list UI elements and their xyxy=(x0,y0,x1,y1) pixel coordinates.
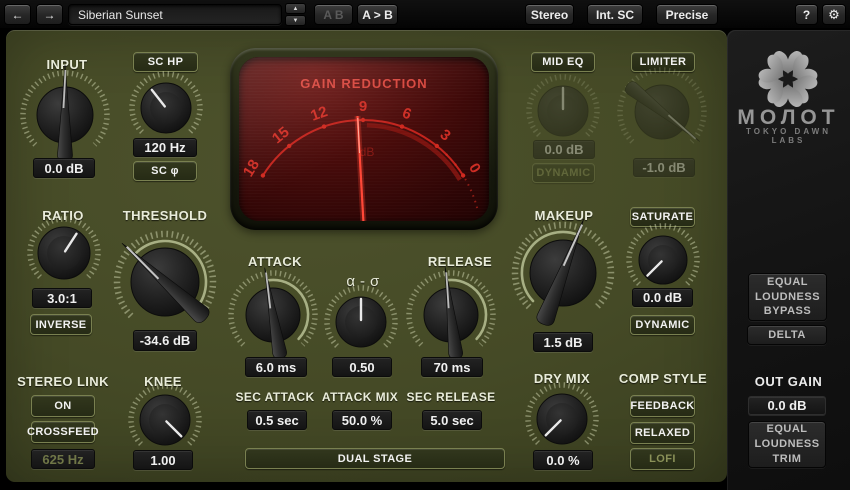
meter-face: GAIN REDUCTION 18 15 xyxy=(239,57,489,221)
a-to-b-copy-button[interactable]: A > B xyxy=(357,4,398,25)
dry-mix-knob[interactable] xyxy=(522,379,602,459)
svg-text:12: 12 xyxy=(308,103,329,125)
help-button[interactable]: ? xyxy=(795,4,818,25)
meter-scale: 18 15 12 9 6 3 0 xyxy=(240,98,484,180)
stereo-link-on-button[interactable]: ON xyxy=(31,395,95,417)
equal-loudness-trim-button[interactable]: EQUAL LOUDNESS TRIM xyxy=(748,421,826,468)
dry-mix-value[interactable]: 0.0 % xyxy=(533,450,593,470)
alpha-sigma-knob[interactable] xyxy=(321,282,401,362)
out-gain-label: OUT GAIN xyxy=(727,374,850,389)
inverse-button[interactable]: INVERSE xyxy=(30,314,92,335)
top-toolbar: ← → Siberian Sunset ▲ ▼ A B A > B Stereo… xyxy=(0,0,850,28)
ratio-value[interactable]: 3.0:1 xyxy=(32,288,92,308)
release-value[interactable]: 70 ms xyxy=(421,357,483,377)
main-panel: INPUT 0.0 dB SC HP 120 Hz SC φ RATIO 3.0… xyxy=(6,30,727,482)
svg-text:15: 15 xyxy=(269,124,293,148)
makeup-knob[interactable] xyxy=(498,208,628,338)
limiter-value[interactable]: -1.0 dB xyxy=(633,158,695,177)
sec-release-label: SEC RELEASE xyxy=(396,390,506,404)
preset-back-button[interactable]: ← xyxy=(4,4,31,25)
crossfeed-freq-value[interactable]: 625 Hz xyxy=(31,449,95,469)
mid-eq-knob[interactable] xyxy=(523,71,603,151)
knee-knob[interactable] xyxy=(125,380,205,460)
preset-spinner: ▲ ▼ xyxy=(285,3,306,26)
input-value[interactable]: 0.0 dB xyxy=(33,158,95,178)
preset-spin-down-button[interactable]: ▼ xyxy=(285,15,306,26)
meter-needle xyxy=(358,116,365,221)
attack-value[interactable]: 6.0 ms xyxy=(245,357,307,377)
settings-gear-icon[interactable]: ⚙ xyxy=(822,4,846,25)
limiter-knob[interactable] xyxy=(607,57,717,167)
mid-eq-value[interactable]: 0.0 dB xyxy=(533,140,595,159)
molot-flower-logo-icon xyxy=(758,50,818,108)
meter-title: GAIN REDUCTION xyxy=(300,76,427,91)
ab-compare-button[interactable]: A B xyxy=(314,4,353,25)
meter-unit-label: dB xyxy=(360,145,375,159)
sc-hp-freq-knob[interactable] xyxy=(126,68,206,148)
sec-attack-value[interactable]: 0.5 sec xyxy=(247,410,307,430)
brand-company: TOKYO DAWN LABS xyxy=(727,127,850,145)
channel-mode-button[interactable]: Stereo xyxy=(525,4,574,25)
brand-output-panel: МОЛОТ TOKYO DAWN LABS EQUAL LOUDNESS BYP… xyxy=(727,30,850,490)
input-knob[interactable] xyxy=(10,60,120,170)
svg-text:18: 18 xyxy=(240,157,263,180)
alpha-sigma-value[interactable]: 0.50 xyxy=(332,357,392,377)
svg-text:6: 6 xyxy=(400,104,413,123)
threshold-value[interactable]: -34.6 dB xyxy=(133,330,197,351)
threshold-knob[interactable] xyxy=(100,217,230,347)
comp-style-relaxed-button[interactable]: RELAXED xyxy=(630,422,695,444)
comp-style-label: COMP STYLE xyxy=(608,371,718,386)
knee-value[interactable]: 1.00 xyxy=(133,450,193,470)
saturate-dynamic-button[interactable]: DYNAMIC xyxy=(630,315,695,335)
delta-button[interactable]: DELTA xyxy=(747,325,827,345)
equal-loudness-bypass-button[interactable]: EQUAL LOUDNESS BYPASS xyxy=(748,273,827,321)
stereo-link-label: STEREO LINK xyxy=(8,374,118,389)
attack-mix-value[interactable]: 50.0 % xyxy=(332,410,392,430)
sc-phase-button[interactable]: SC φ xyxy=(133,161,197,181)
preset-name-field[interactable]: Siberian Sunset xyxy=(68,4,282,25)
release-knob[interactable] xyxy=(396,260,506,370)
out-gain-value[interactable]: 0.0 dB xyxy=(748,396,826,415)
svg-text:0: 0 xyxy=(465,160,484,176)
gain-reduction-meter: GAIN REDUCTION 18 15 xyxy=(230,48,498,230)
makeup-value[interactable]: 1.5 dB xyxy=(533,332,593,352)
sec-release-value[interactable]: 5.0 sec xyxy=(422,410,482,430)
saturate-value[interactable]: 0.0 dB xyxy=(632,288,693,307)
mid-eq-button[interactable]: MID EQ xyxy=(531,52,595,72)
mid-eq-dynamic-button[interactable]: DYNAMIC xyxy=(532,163,595,183)
comp-style-feedback-button[interactable]: FEEDBACK xyxy=(630,395,695,417)
sidechain-mode-button[interactable]: Int. SC xyxy=(587,4,643,25)
svg-text:9: 9 xyxy=(359,98,367,115)
comp-style-lofi-button[interactable]: LOFI xyxy=(630,448,695,470)
svg-text:3: 3 xyxy=(437,126,454,144)
preset-forward-button[interactable]: → xyxy=(36,4,63,25)
dual-stage-button[interactable]: DUAL STAGE xyxy=(245,448,505,469)
preset-spin-up-button[interactable]: ▲ xyxy=(285,3,306,14)
meter-tick-dots xyxy=(261,118,466,178)
ratio-knob[interactable] xyxy=(24,213,104,293)
quality-mode-button[interactable]: Precise xyxy=(656,4,718,25)
crossfeed-button[interactable]: CROSSFEED xyxy=(31,421,95,443)
sc-hp-freq-value[interactable]: 120 Hz xyxy=(133,138,197,157)
